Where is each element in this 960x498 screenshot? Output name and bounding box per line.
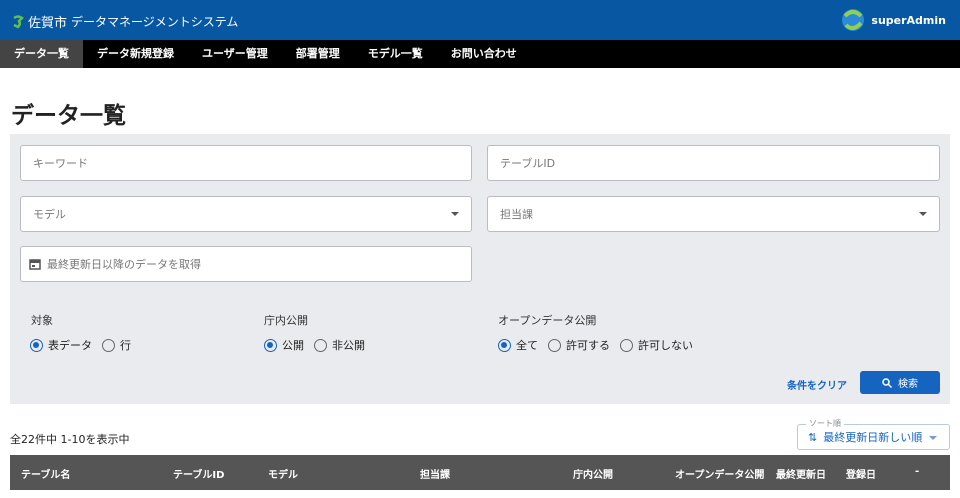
nav-contact[interactable]: お問い合わせ <box>437 40 531 68</box>
model-placeholder: モデル <box>33 208 66 221</box>
search-button[interactable]: 検索 <box>860 371 940 394</box>
date-placeholder: 最終更新日以降のデータを取得 <box>47 258 201 271</box>
col-actions: - <box>915 466 920 477</box>
city-name: 佐賀市 <box>28 16 68 31</box>
nav-data-register[interactable]: データ新規登録 <box>83 40 188 68</box>
sort-value: 最終更新日新しい順 <box>823 431 923 444</box>
radio-label: 行 <box>120 339 131 352</box>
col-table-name[interactable]: テーブル名 <box>21 466 70 481</box>
keyword-input[interactable]: キーワード <box>20 145 472 181</box>
app-header: 佐賀市 データマネージメントシステム superAdmin <box>0 0 960 40</box>
radio-checked-icon <box>264 338 277 352</box>
target-radio-group: 表データ 行 <box>30 337 131 353</box>
search-icon <box>882 377 892 388</box>
chevron-down-icon <box>929 436 937 440</box>
city-logo-icon <box>13 14 24 29</box>
app-title: データマネージメントシステム <box>71 15 239 29</box>
radio-unchecked-icon <box>314 338 327 352</box>
radio-public[interactable]: 公開 <box>264 337 304 353</box>
radio-label: 表データ <box>48 339 92 352</box>
radio-deny[interactable]: 許可しない <box>620 337 693 353</box>
col-table-id[interactable]: テーブルID <box>173 466 224 481</box>
radio-label: 非公開 <box>332 339 365 352</box>
brand[interactable]: 佐賀市 データマネージメントシステム <box>12 12 238 31</box>
radio-label: 許可しない <box>638 339 693 352</box>
calendar-icon <box>29 259 41 270</box>
internal-radio-group: 公開 非公開 <box>264 337 365 353</box>
radio-label: 許可する <box>566 339 610 352</box>
target-label: 対象 <box>31 314 53 327</box>
username: superAdmin <box>871 13 946 27</box>
radio-unchecked-icon <box>548 338 561 352</box>
user-avatar-icon <box>842 9 865 31</box>
col-registered[interactable]: 登録日 <box>846 466 876 481</box>
radio-row[interactable]: 行 <box>102 337 131 353</box>
result-count: 全22件中 1-10を表示中 <box>10 433 130 446</box>
internal-label: 庁内公開 <box>264 314 308 327</box>
chevron-down-icon <box>919 212 927 216</box>
col-updated[interactable]: 最終更新日 <box>776 466 826 481</box>
department-placeholder: 担当課 <box>500 208 533 221</box>
page-title: データ一覧 <box>11 103 126 129</box>
col-opendata[interactable]: オープンデータ公開 <box>675 466 764 481</box>
department-select[interactable]: 担当課 <box>487 196 940 232</box>
main-nav: データ一覧 データ新規登録 ユーザー管理 部署管理 モデル一覧 お問い合わせ <box>0 40 960 68</box>
radio-checked-icon <box>30 338 43 352</box>
search-label: 検索 <box>898 379 918 390</box>
radio-unchecked-icon <box>620 338 633 352</box>
radio-allow[interactable]: 許可する <box>548 337 610 353</box>
user-menu[interactable]: superAdmin <box>841 8 946 32</box>
date-input[interactable]: 最終更新日以降のデータを取得 <box>20 246 472 282</box>
sort-icon: ⇅ <box>808 430 818 444</box>
chevron-down-icon <box>451 212 459 216</box>
filter-panel: キーワード テーブルID モデル 担当課 最終更新日以降のデータを取得 対象 表… <box>10 134 950 404</box>
nav-model-list[interactable]: モデル一覧 <box>354 40 437 68</box>
model-select[interactable]: モデル <box>20 196 472 232</box>
nav-user-management[interactable]: ユーザー管理 <box>188 40 282 68</box>
radio-private[interactable]: 非公開 <box>314 337 365 353</box>
radio-unchecked-icon <box>102 338 115 352</box>
radio-label: 公開 <box>282 339 304 352</box>
radio-all[interactable]: 全て <box>498 337 538 353</box>
table-header: テーブル名 テーブルID モデル 担当課 庁内公開 オープンデータ公開 最終更新… <box>10 455 950 490</box>
nav-data-list[interactable]: データ一覧 <box>0 40 83 68</box>
col-model[interactable]: モデル <box>268 466 298 481</box>
col-internal-public[interactable]: 庁内公開 <box>573 466 613 481</box>
col-department[interactable]: 担当課 <box>420 466 450 481</box>
opendata-label: オープンデータ公開 <box>498 314 597 327</box>
clear-filters-button[interactable]: 条件をクリア <box>787 377 847 392</box>
radio-table-data[interactable]: 表データ <box>30 337 92 353</box>
sort-label: ソート順 <box>806 418 844 429</box>
radio-label: 全て <box>516 339 538 352</box>
opendata-radio-group: 全て 許可する 許可しない <box>498 337 693 353</box>
table-id-input[interactable]: テーブルID <box>487 145 940 181</box>
sort-select[interactable]: ソート順 ⇅ 最終更新日新しい順 <box>797 418 950 450</box>
nav-department-management[interactable]: 部署管理 <box>282 40 354 68</box>
radio-checked-icon <box>498 338 511 352</box>
